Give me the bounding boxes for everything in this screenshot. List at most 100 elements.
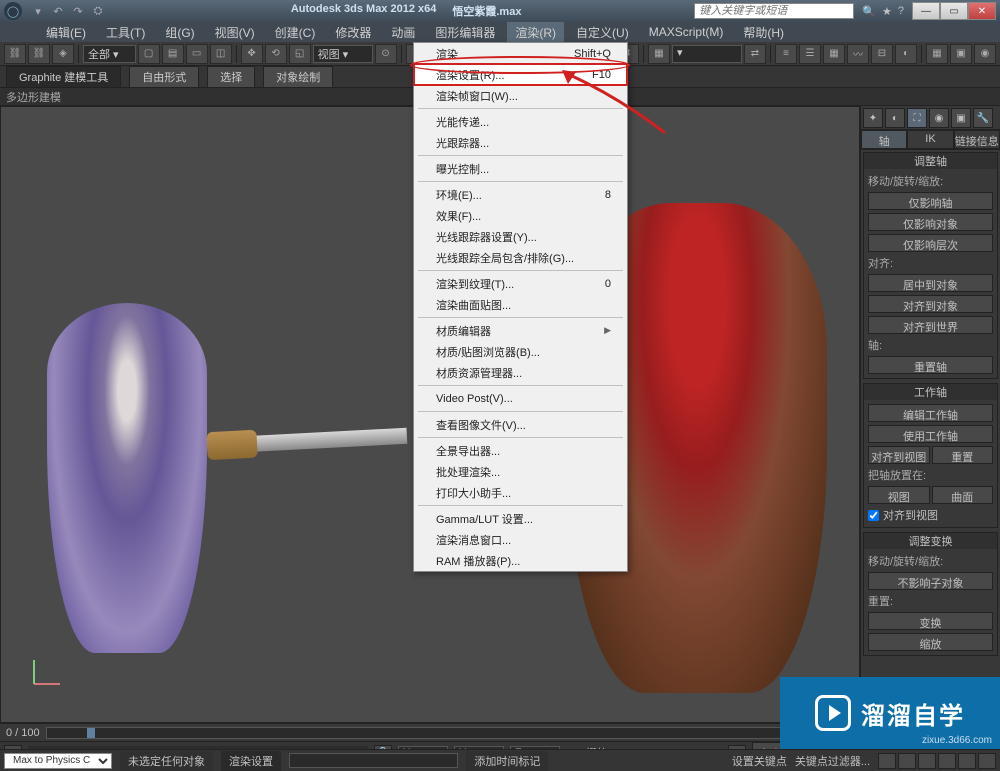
- schematic-icon[interactable]: ⊟: [871, 44, 893, 64]
- rollout-title[interactable]: 调整轴: [864, 153, 997, 169]
- menu-item-[interactable]: 打印大小助手...: [414, 482, 627, 503]
- edit-working-pivot-button[interactable]: 编辑工作轴: [868, 404, 993, 422]
- menu-item-G[interactable]: 光线跟踪全局包含/排除(G)...: [414, 247, 627, 268]
- curve-editor-icon[interactable]: 〰: [847, 44, 869, 64]
- affect-hierarchy-button[interactable]: 仅影响层次: [868, 234, 993, 252]
- menu-animation[interactable]: 动画: [383, 22, 423, 43]
- menu-item-[interactable]: 光跟踪器...: [414, 132, 627, 153]
- scale-tool-icon[interactable]: ◱: [289, 44, 311, 64]
- menu-customize[interactable]: 自定义(U): [568, 22, 637, 43]
- menu-item-W[interactable]: 渲染帧窗口(W)...: [414, 85, 627, 106]
- menu-item-[interactable]: 渲染消息窗口...: [414, 529, 627, 550]
- rollout-title[interactable]: 调整变换: [864, 533, 997, 549]
- menu-item-[interactable]: 曝光控制...: [414, 158, 627, 179]
- menu-edit[interactable]: 编辑(E): [38, 22, 94, 43]
- place-surface-button[interactable]: 曲面: [932, 486, 994, 504]
- named-selection-set[interactable]: ▾: [672, 45, 742, 63]
- layers-icon[interactable]: ☰: [799, 44, 821, 64]
- menu-item-R[interactable]: 渲染设置(R)...F10: [414, 64, 627, 85]
- maximize-viewport-icon[interactable]: [978, 753, 996, 769]
- minimize-button[interactable]: —: [912, 2, 940, 20]
- menu-item-[interactable]: 材质编辑器▶: [414, 320, 627, 341]
- menu-render[interactable]: 渲染(R): [507, 22, 564, 43]
- link-icon[interactable]: ⛭: [90, 3, 106, 19]
- script-listener-select[interactable]: Max to Physics C: [4, 753, 112, 769]
- utilities-panel-icon[interactable]: 🔧: [973, 108, 993, 128]
- affect-pivot-only-button[interactable]: 仅影响轴: [868, 192, 993, 210]
- menu-item-E[interactable]: 环境(E)...8: [414, 184, 627, 205]
- fov-icon[interactable]: [938, 753, 956, 769]
- ribbon-tab-selection[interactable]: 选择: [207, 66, 255, 88]
- bind-tool-icon[interactable]: ◈: [52, 44, 74, 64]
- affect-object-only-button[interactable]: 仅影响对象: [868, 213, 993, 231]
- close-button[interactable]: ✕: [968, 2, 996, 20]
- material-editor-icon[interactable]: ◐: [895, 44, 917, 64]
- menu-view[interactable]: 视图(V): [207, 22, 263, 43]
- tab-ik[interactable]: IK: [907, 130, 953, 149]
- ribbon-tab-modeling[interactable]: Graphite 建模工具: [6, 66, 121, 88]
- align-to-object-button[interactable]: 对齐到对象: [868, 295, 993, 313]
- ribbon-tab-freeform[interactable]: 自由形式: [129, 66, 199, 88]
- help-search-input[interactable]: [694, 3, 854, 19]
- sword-prop[interactable]: [207, 428, 408, 454]
- graphite-icon[interactable]: ▦: [823, 44, 845, 64]
- reset-transform-button[interactable]: 变换: [868, 612, 993, 630]
- ref-coord-system[interactable]: 视图 ▾: [313, 45, 373, 63]
- center-to-object-button[interactable]: 居中到对象: [868, 274, 993, 292]
- move-tool-icon[interactable]: ✥: [241, 44, 263, 64]
- menu-item-T[interactable]: 渲染到纹理(T)...0: [414, 273, 627, 294]
- menu-create[interactable]: 创建(C): [267, 22, 324, 43]
- favorite-icon[interactable]: ★: [882, 5, 892, 18]
- redo-icon[interactable]: ↷: [70, 3, 86, 19]
- hierarchy-panel-icon[interactable]: ⛶: [907, 108, 927, 128]
- display-panel-icon[interactable]: ▣: [951, 108, 971, 128]
- align-to-world-button[interactable]: 对齐到世界: [868, 316, 993, 334]
- help-icon[interactable]: ?: [898, 5, 904, 18]
- menu-item-[interactable]: 批处理渲染...: [414, 461, 627, 482]
- use-working-pivot-button[interactable]: 使用工作轴: [868, 425, 993, 443]
- align-icon[interactable]: ≡: [775, 44, 797, 64]
- motion-panel-icon[interactable]: ◉: [929, 108, 949, 128]
- selection-filter[interactable]: 全部 ▾: [83, 45, 136, 63]
- tab-pivot[interactable]: 轴: [861, 130, 907, 149]
- link-tool-icon[interactable]: ⛓: [4, 44, 26, 64]
- tab-linkinfo[interactable]: 链接信息: [954, 130, 1000, 149]
- orbit-icon[interactable]: [958, 753, 976, 769]
- ribbon-panel-label[interactable]: 多边形建模: [6, 89, 61, 105]
- open-icon[interactable]: ▾: [30, 3, 46, 19]
- create-panel-icon[interactable]: ✦: [863, 108, 883, 128]
- maximize-button[interactable]: ▭: [940, 2, 968, 20]
- ribbon-tab-paint[interactable]: 对象绘制: [263, 66, 333, 88]
- render-setup-icon[interactable]: ▦: [926, 44, 948, 64]
- pivot-center-icon[interactable]: ⊙: [375, 44, 397, 64]
- menu-item-Y[interactable]: 光线跟踪器设置(Y)...: [414, 226, 627, 247]
- rollout-title[interactable]: 工作轴: [864, 384, 997, 400]
- menu-item-B[interactable]: 材质/贴图浏览器(B)...: [414, 341, 627, 362]
- menu-modifiers[interactable]: 修改器: [327, 22, 379, 43]
- set-key-button[interactable]: 设置关键点: [732, 753, 787, 769]
- menu-tools[interactable]: 工具(T): [98, 22, 153, 43]
- select-tool-icon[interactable]: ▢: [138, 44, 160, 64]
- menu-item-F[interactable]: 效果(F)...: [414, 205, 627, 226]
- mirror-icon[interactable]: ⇄: [744, 44, 766, 64]
- select-region-icon[interactable]: ▭: [186, 44, 208, 64]
- menu-item-[interactable]: 全景导出器...: [414, 440, 627, 461]
- reset-scale-button[interactable]: 缩放: [868, 633, 993, 651]
- menu-graph[interactable]: 图形编辑器: [427, 22, 503, 43]
- menu-item-VideoPostV[interactable]: Video Post(V)...: [414, 388, 627, 409]
- search-icon[interactable]: 🔍: [862, 5, 876, 18]
- key-filters-button[interactable]: 关键点过滤器...: [795, 753, 870, 769]
- reset-pivot-button[interactable]: 重置轴: [868, 356, 993, 374]
- menu-item-[interactable]: 光能传递...: [414, 111, 627, 132]
- render-production-icon[interactable]: ◉: [974, 44, 996, 64]
- modify-panel-icon[interactable]: ◐: [885, 108, 905, 128]
- mini-listener-input[interactable]: [289, 753, 458, 768]
- undo-icon[interactable]: ↶: [50, 3, 66, 19]
- pan-view-icon[interactable]: [878, 753, 896, 769]
- align-to-view-button[interactable]: 对齐到视图: [868, 446, 930, 464]
- window-crossing-icon[interactable]: ◫: [210, 44, 232, 64]
- render-frame-icon[interactable]: ▣: [950, 44, 972, 64]
- named-sel-icon[interactable]: ▦: [648, 44, 670, 64]
- zoom-extents-icon[interactable]: [918, 753, 936, 769]
- unlink-tool-icon[interactable]: ⛓: [28, 44, 50, 64]
